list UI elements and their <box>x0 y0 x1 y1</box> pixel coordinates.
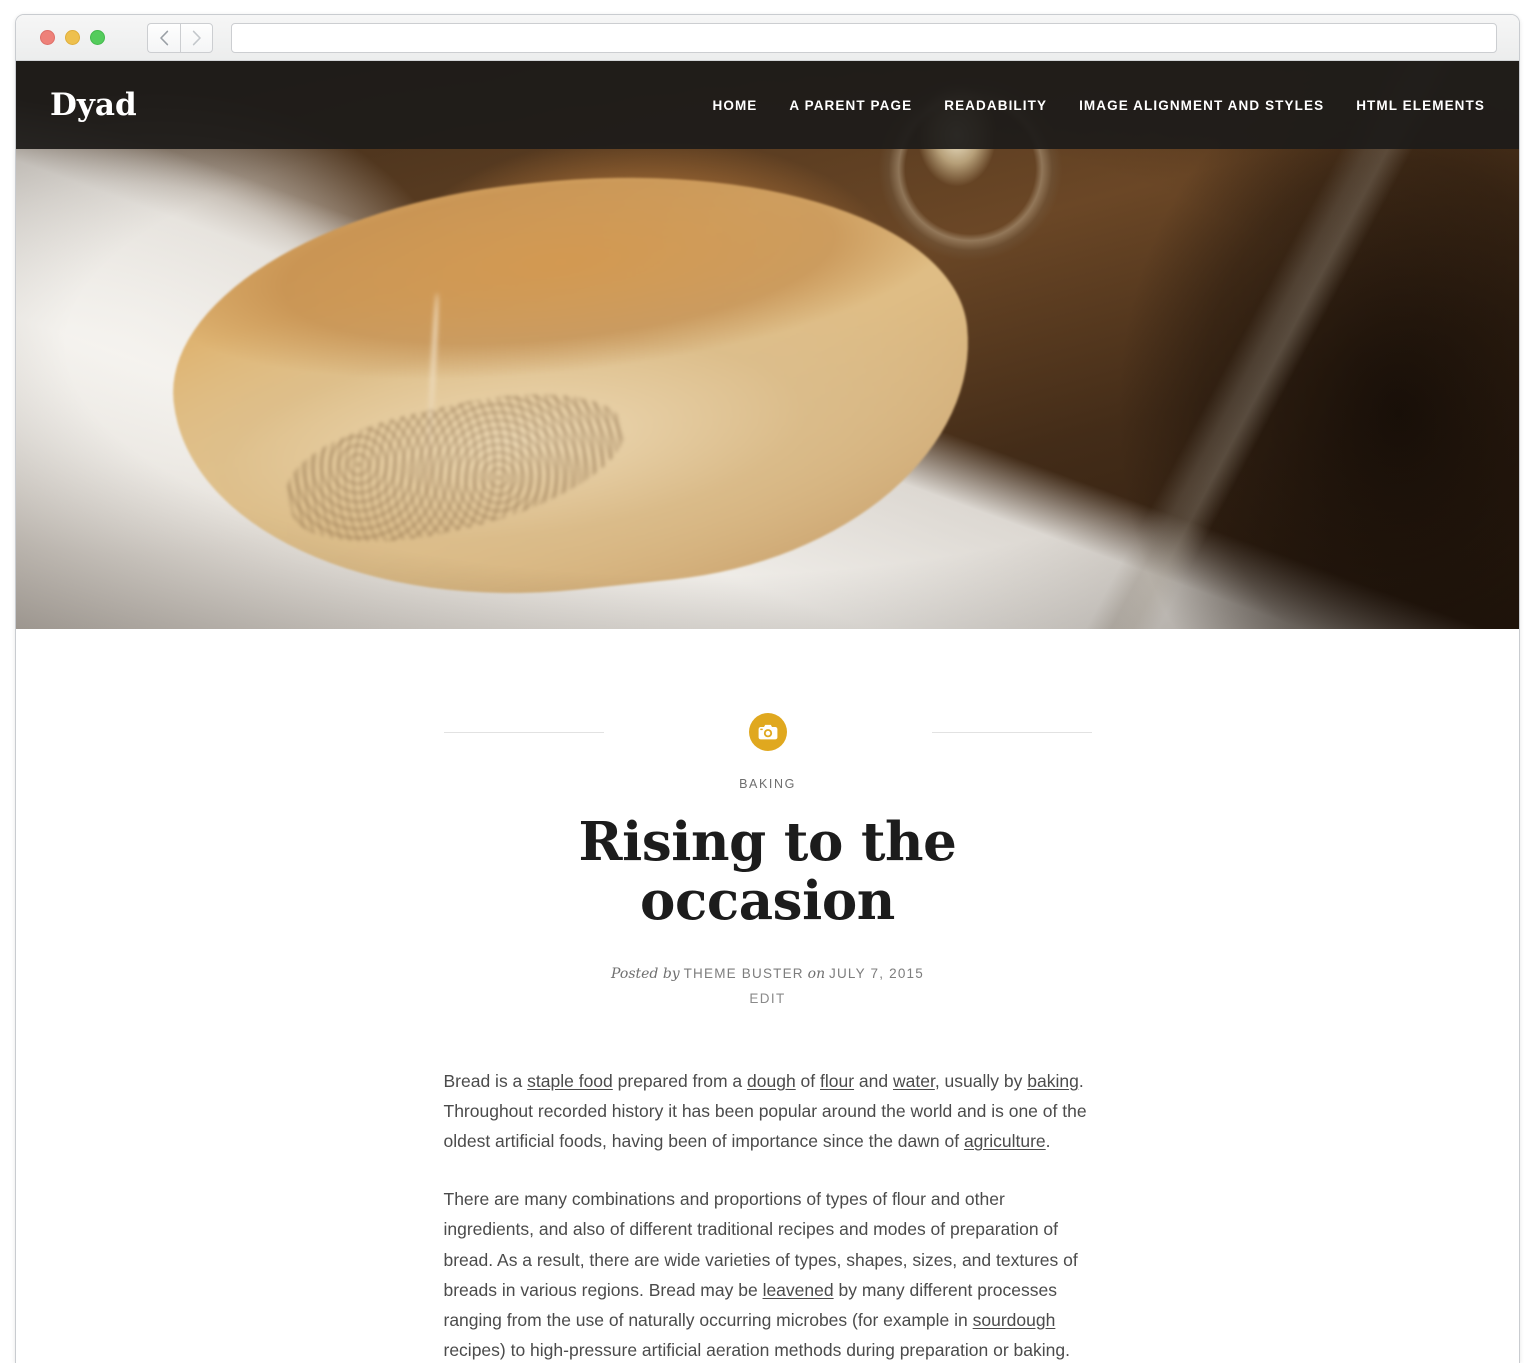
camera-icon <box>758 724 777 740</box>
badge-rule-left <box>443 732 604 733</box>
meta-on-label: on <box>807 965 826 982</box>
nav-image-alignment-and-styles[interactable]: IMAGE ALIGNMENT AND STYLES <box>1079 98 1324 113</box>
browser-nav-buttons <box>147 22 213 53</box>
chevron-left-icon <box>159 30 168 45</box>
entry-category[interactable]: BAKING <box>444 777 1092 791</box>
nav-readability[interactable]: READABILITY <box>944 98 1047 113</box>
entry-link[interactable]: agriculture <box>964 1131 1046 1151</box>
back-button[interactable] <box>147 22 180 53</box>
meta-author[interactable]: THEME BUSTER <box>684 966 804 981</box>
badge-rule-right <box>931 732 1092 733</box>
chevron-right-icon <box>192 30 201 45</box>
post-format-badge[interactable] <box>748 713 787 751</box>
browser-titlebar <box>16 15 1519 61</box>
entry-paragraph: Bread is a staple food prepared from a d… <box>443 1071 1087 1152</box>
browser-window: Dyad HOME A PARENT PAGE READABILITY IMAG… <box>15 14 1520 1363</box>
article-content: BAKING Rising to the occasion Posted by … <box>16 629 1519 1363</box>
entry-link[interactable]: baking <box>1027 1071 1079 1091</box>
entry-link[interactable]: leavened <box>763 1280 834 1300</box>
entry-link[interactable]: water <box>893 1071 935 1091</box>
post-format-badge-row <box>443 713 1092 751</box>
entry-link[interactable]: staple food <box>527 1071 613 1091</box>
main-navigation: HOME A PARENT PAGE READABILITY IMAGE ALI… <box>713 98 1486 113</box>
nav-a-parent-page[interactable]: A PARENT PAGE <box>789 98 912 113</box>
meta-date[interactable]: JULY 7, 2015 <box>829 966 924 981</box>
site-title[interactable]: Dyad <box>50 89 137 121</box>
entry-link[interactable]: dough <box>747 1071 796 1091</box>
meta-posted-by-label: Posted by <box>611 965 680 982</box>
close-window-button[interactable] <box>40 30 55 45</box>
nav-html-elements[interactable]: HTML ELEMENTS <box>1356 98 1485 113</box>
entry-paragraph: There are many combinations and proporti… <box>443 1189 1078 1360</box>
minimize-window-button[interactable] <box>65 30 80 45</box>
url-input[interactable] <box>231 22 1497 53</box>
forward-button[interactable] <box>180 22 213 53</box>
entry-header: BAKING Rising to the occasion Posted by … <box>443 713 1092 1010</box>
nav-home[interactable]: HOME <box>713 98 758 113</box>
entry-title: Rising to the occasion <box>578 811 957 933</box>
page-viewport: Dyad HOME A PARENT PAGE READABILITY IMAG… <box>16 61 1519 1363</box>
entry-link[interactable]: sourdough <box>973 1310 1056 1330</box>
site-header: Dyad HOME A PARENT PAGE READABILITY IMAG… <box>16 61 1519 149</box>
traffic-lights <box>40 30 105 45</box>
entry-body: Bread is a staple food prepared from a d… <box>444 1010 1092 1363</box>
edit-post-link[interactable]: EDIT <box>444 988 1092 1010</box>
entry-meta: Posted by THEME BUSTER on JULY 7, 2015 E… <box>444 962 1092 1010</box>
hero-banner: Dyad HOME A PARENT PAGE READABILITY IMAG… <box>16 61 1519 629</box>
maximize-window-button[interactable] <box>90 30 105 45</box>
entry-link[interactable]: flour <box>820 1071 854 1091</box>
